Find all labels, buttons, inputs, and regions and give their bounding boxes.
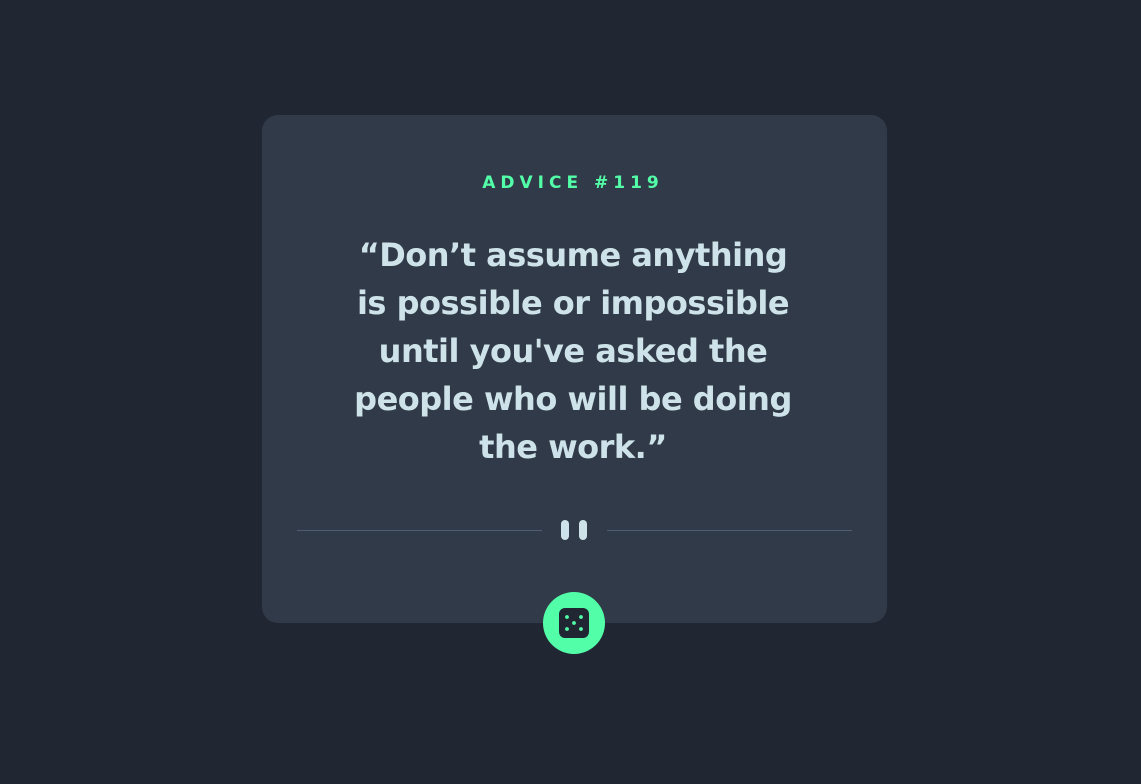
advice-id-label: ADVICE #119 xyxy=(482,173,664,193)
divider-line-right xyxy=(607,530,852,531)
dice-icon xyxy=(559,608,589,638)
divider-line-left xyxy=(297,530,542,531)
generate-advice-button[interactable] xyxy=(543,592,605,654)
advice-quote: “Don’t assume anything is possible or im… xyxy=(354,236,792,466)
pause-icon xyxy=(561,520,587,540)
